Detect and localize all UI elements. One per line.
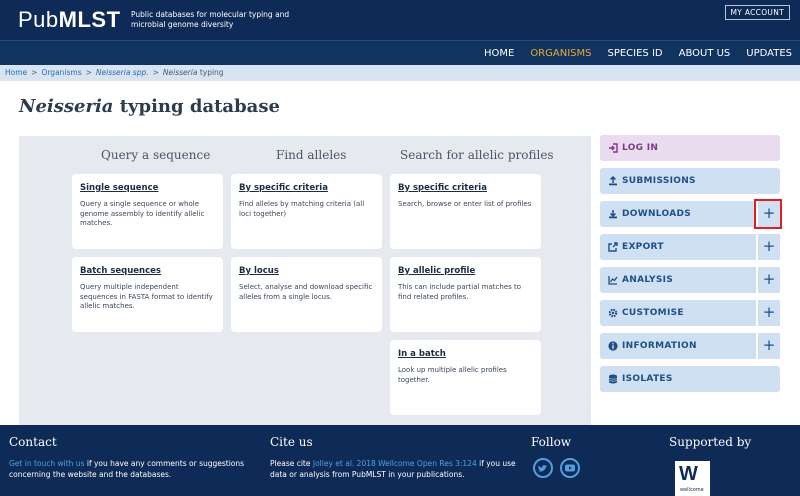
- page-title: Neisseria typing database: [19, 96, 280, 117]
- download-icon: [609, 210, 617, 219]
- card-description: Select, analyse and download specific al…: [239, 283, 373, 301]
- sidebar-analysis[interactable]: ANALYSIS +: [600, 267, 780, 293]
- sidebar-login[interactable]: LOG IN: [600, 135, 780, 161]
- sidebar-label: INFORMATION: [622, 341, 697, 351]
- nav-home[interactable]: HOME: [476, 41, 522, 66]
- nav-about-us[interactable]: ABOUT US: [671, 41, 739, 66]
- sidebar-label: EXPORT: [622, 242, 664, 252]
- upload-icon: [609, 176, 617, 186]
- gear-icon: [608, 308, 618, 318]
- sidebar-isolates[interactable]: ISOLATES: [600, 366, 780, 392]
- breadcrumb-separator: >: [85, 68, 92, 77]
- info-icon: [608, 341, 618, 351]
- main-navbar: HOME ORGANISMS SPECIES ID ABOUT US UPDAT…: [0, 40, 800, 65]
- card-title[interactable]: By allelic profile: [398, 266, 533, 276]
- wellcome-logo[interactable]: W wellcome: [675, 461, 710, 496]
- card-title[interactable]: Batch sequences: [80, 266, 215, 276]
- sidebar-information[interactable]: INFORMATION +: [600, 333, 780, 359]
- footer-follow-heading: Follow: [531, 435, 572, 449]
- card-batch-sequences[interactable]: Batch sequences Query multiple independe…: [72, 257, 223, 332]
- card-single-sequence[interactable]: Single sequence Query a single sequence …: [72, 174, 223, 249]
- breadcrumb-organisms[interactable]: Organisms: [41, 68, 81, 77]
- footer-contact-heading: Contact: [9, 435, 57, 449]
- chart-icon: [608, 276, 618, 285]
- column-heading-profiles: Search for allelic profiles: [400, 148, 554, 162]
- database-icon: [608, 374, 618, 384]
- column-heading-query: Query a sequence: [101, 148, 211, 162]
- card-description: Find alleles by matching criteria (all l…: [239, 200, 365, 218]
- site-tagline: Public databases for molecular typing an…: [131, 10, 290, 29]
- sidebar-customise[interactable]: CUSTOMISE +: [600, 300, 780, 326]
- footer-supported-heading: Supported by: [669, 435, 752, 449]
- card-title[interactable]: By specific criteria: [239, 183, 374, 193]
- sidebar-label: ISOLATES: [622, 374, 673, 384]
- export-expand-button[interactable]: +: [756, 234, 780, 260]
- login-icon: [609, 143, 618, 153]
- card-title[interactable]: By specific criteria: [398, 183, 533, 193]
- analysis-expand-button[interactable]: +: [756, 267, 780, 293]
- card-profiles-in-batch[interactable]: In a batch Look up multiple allelic prof…: [390, 340, 541, 415]
- citation-link[interactable]: Jolley et al. 2018 Wellcome Open Res 3:1…: [313, 459, 477, 468]
- sidebar-label: SUBMISSIONS: [622, 176, 696, 186]
- footer-cite-heading: Cite us: [270, 435, 313, 449]
- contact-link[interactable]: Get in touch with us: [9, 459, 84, 468]
- column-heading-alleles: Find alleles: [276, 148, 347, 162]
- nav-menu: HOME ORGANISMS SPECIES ID ABOUT US UPDAT…: [476, 41, 800, 66]
- card-description: This can include partial matches to find…: [398, 283, 522, 301]
- breadcrumb-home[interactable]: Home: [5, 68, 27, 77]
- card-profiles-by-allelic-profile[interactable]: By allelic profile This can include part…: [390, 257, 541, 332]
- sidebar-submissions[interactable]: SUBMISSIONS: [600, 168, 780, 194]
- breadcrumb-genus[interactable]: Neisseria spp.: [96, 68, 149, 77]
- card-description: Search, browse or enter list of profiles: [398, 200, 532, 208]
- breadcrumb-separator: >: [152, 68, 159, 77]
- customise-expand-button[interactable]: +: [756, 300, 780, 326]
- twitter-icon[interactable]: [533, 458, 553, 478]
- nav-organisms[interactable]: ORGANISMS: [522, 41, 599, 66]
- footer-cite-text: Please cite Jolley et al. 2018 Wellcome …: [270, 459, 516, 479]
- card-title[interactable]: Single sequence: [80, 183, 215, 193]
- card-alleles-by-locus[interactable]: By locus Select, analyse and download sp…: [231, 257, 382, 332]
- card-description: Look up multiple allelic profiles togeth…: [398, 366, 507, 384]
- card-description: Query multiple independent sequences in …: [80, 283, 213, 310]
- my-account-button[interactable]: MY ACCOUNT: [724, 5, 790, 20]
- breadcrumb-current: Neisseria typing: [162, 68, 224, 77]
- breadcrumb-separator: >: [31, 68, 38, 77]
- sidebar-label: ANALYSIS: [622, 275, 674, 285]
- information-expand-button[interactable]: +: [756, 333, 780, 359]
- nav-updates[interactable]: UPDATES: [738, 41, 800, 66]
- card-description: Query a single sequence or whole genome …: [80, 200, 205, 227]
- query-panel: Query a sequence Find alleles Search for…: [19, 136, 591, 425]
- top-header: PubMLST Public databases for molecular t…: [0, 0, 800, 40]
- nav-species-id[interactable]: SPECIES ID: [599, 41, 670, 66]
- pubmlst-logo[interactable]: PubMLST: [18, 7, 121, 33]
- card-alleles-by-criteria[interactable]: By specific criteria Find alleles by mat…: [231, 174, 382, 249]
- breadcrumb: Home > Organisms > Neisseria spp. > Neisseria …: [0, 65, 800, 81]
- card-title[interactable]: By locus: [239, 266, 374, 276]
- sidebar-label: CUSTOMISE: [622, 308, 684, 318]
- sidebar-label: LOG IN: [622, 143, 659, 153]
- sidebar-label: DOWNLOADS: [622, 209, 692, 219]
- sidebar-downloads[interactable]: DOWNLOADS +: [600, 199, 782, 229]
- card-profiles-by-criteria[interactable]: By specific criteria Search, browse or e…: [390, 174, 541, 249]
- card-title[interactable]: In a batch: [398, 349, 533, 359]
- sidebar-export[interactable]: EXPORT +: [600, 234, 780, 260]
- footer-contact-text: Get in touch with us if you have any com…: [9, 459, 245, 479]
- youtube-icon[interactable]: [560, 458, 580, 478]
- export-icon: [608, 242, 618, 252]
- downloads-expand-button[interactable]: +: [754, 199, 782, 229]
